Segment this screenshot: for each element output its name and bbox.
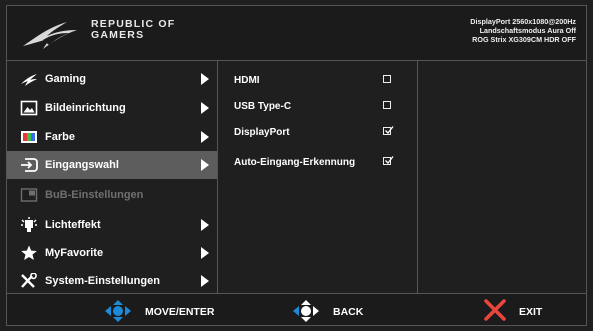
checkbox[interactable]: [383, 101, 391, 109]
picture-icon: [20, 100, 38, 116]
rog-logo-icon: [23, 22, 77, 49]
menu-label: System-Einstellungen: [45, 275, 160, 287]
brand-text: REPUBLIC OF GAMERS: [91, 19, 175, 41]
menu-label: MyFavorite: [45, 247, 104, 259]
status-line3: ROG Strix XG309CM HDR OFF: [472, 35, 576, 44]
option-usb-type-c[interactable]: USB Type-C: [234, 97, 414, 117]
osd-header: REPUBLIC OF GAMERS DisplayPort 2560x1080…: [6, 5, 587, 61]
back-label: BACK: [333, 306, 364, 318]
checkmark-icon: [385, 156, 394, 164]
option-label: HDMI: [234, 75, 260, 86]
input-select-icon: [21, 158, 38, 172]
back-button[interactable]: BACK: [291, 300, 391, 322]
menu-item-system-einstellungen[interactable]: System-Einstellungen: [7, 267, 217, 295]
menu-item-gaming[interactable]: Gaming: [7, 65, 217, 93]
status-line2: Landschaftsmodus Aura Off: [479, 26, 576, 35]
option-displayport[interactable]: DisplayPort: [234, 123, 414, 143]
chevron-right-icon: [201, 159, 209, 171]
checkbox[interactable]: [383, 75, 391, 83]
menu-label: Lichteffekt: [45, 219, 101, 231]
osd-menu: REPUBLIC OF GAMERS DisplayPort 2560x1080…: [0, 0, 593, 331]
joystick-back-icon: [293, 300, 319, 322]
option-label: Auto-Eingang-Erkennung: [234, 157, 356, 168]
menu-label: Eingangswahl: [45, 159, 119, 171]
value-panel: [417, 60, 587, 294]
menu-label: Gaming: [45, 73, 86, 85]
menu-label: Bildeinrichtung: [45, 102, 126, 114]
status-line1: DisplayPort 2560x1080@200Hz: [470, 17, 576, 26]
menu-item-bub-einstellungen[interactable]: BuB-Einstellungen: [7, 181, 217, 209]
menu-item-farbe[interactable]: Farbe: [7, 123, 217, 151]
exit-label: EXIT: [519, 306, 543, 318]
status-info: DisplayPort 2560x1080@200Hz Landschaftsm…: [470, 17, 576, 44]
chevron-right-icon: [201, 247, 209, 259]
menu-item-myfavorite[interactable]: MyFavorite: [7, 239, 217, 267]
osd-footer: MOVE/ENTER BACK EXIT: [6, 293, 587, 326]
option-hdmi[interactable]: HDMI: [234, 71, 414, 91]
joystick-move-icon: [105, 300, 131, 322]
exit-button[interactable]: EXIT: [483, 299, 573, 322]
chevron-right-icon: [201, 275, 209, 287]
menu-label: Farbe: [45, 131, 75, 143]
star-icon: [21, 245, 37, 260]
menu-item-eingangswahl[interactable]: Eingangswahl: [7, 151, 217, 179]
submenu-panel: HDMI USB Type-C DisplayPort Auto-Eingang…: [217, 60, 418, 294]
option-label: USB Type-C: [234, 101, 292, 112]
checkmark-icon: [385, 126, 394, 134]
chevron-right-icon: [201, 102, 209, 114]
brand-line2: GAMERS: [91, 29, 145, 41]
color-icon: [21, 131, 37, 143]
chevron-right-icon: [201, 131, 209, 143]
option-label: DisplayPort: [234, 127, 290, 138]
light-effect-icon: [21, 217, 37, 232]
checkbox-checked[interactable]: [383, 126, 394, 135]
pip-icon: [20, 188, 38, 202]
close-icon: [484, 299, 506, 321]
rog-eye-icon: [21, 74, 37, 86]
checkbox-checked[interactable]: [383, 156, 394, 165]
option-auto-eingang-erkennung[interactable]: Auto-Eingang-Erkennung: [234, 153, 414, 173]
chevron-right-icon: [201, 219, 209, 231]
menu-item-lichteffekt[interactable]: Lichteffekt: [7, 211, 217, 239]
main-menu-panel: Gaming Bildeinrichtung Farbe Eingangswah…: [6, 60, 218, 294]
move-enter-button[interactable]: MOVE/ENTER: [103, 300, 233, 322]
menu-label: BuB-Einstellungen: [45, 189, 144, 201]
tools-icon: [21, 273, 37, 288]
chevron-right-icon: [201, 73, 209, 85]
move-enter-label: MOVE/ENTER: [145, 306, 215, 318]
menu-item-bildeinrichtung[interactable]: Bildeinrichtung: [7, 94, 217, 122]
